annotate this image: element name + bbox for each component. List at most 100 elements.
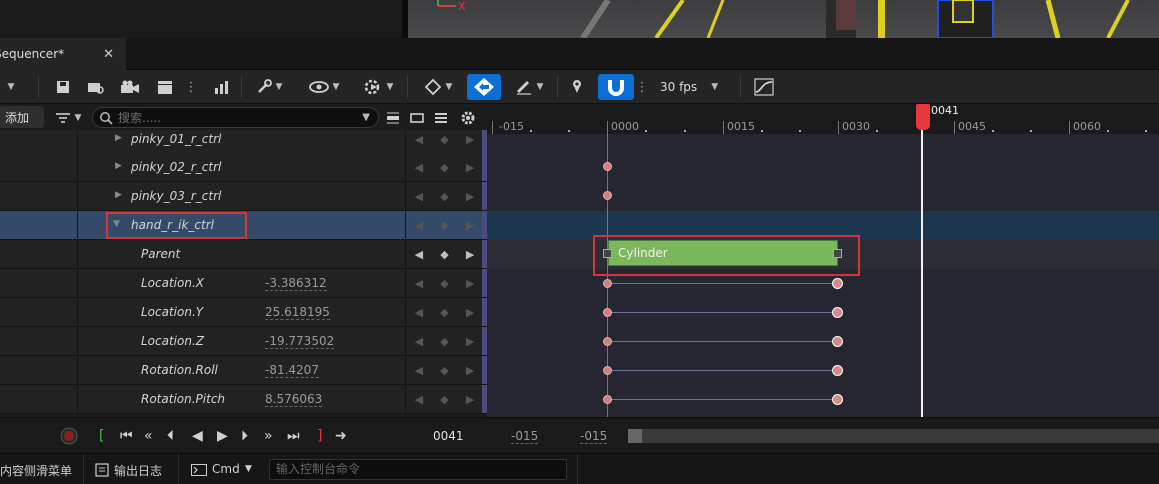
snap-magnet-toggle[interactable] xyxy=(598,74,634,100)
key-interpolation-icon[interactable]: ▼ xyxy=(418,74,458,100)
more-options-icon[interactable]: ⋮ xyxy=(185,74,198,100)
track-row[interactable]: Location.Y 25.618195 ◀ ◆ ▶ xyxy=(0,298,487,327)
timeline-scrollbar[interactable] xyxy=(628,429,1159,443)
track-row[interactable]: Location.Z -19.773502 ◀ ◆ ▶ xyxy=(0,327,487,356)
chevron-down-icon[interactable]: ▼ xyxy=(245,464,252,474)
eye-icon[interactable]: ▼ xyxy=(304,74,344,100)
track-value[interactable]: -81.4207 xyxy=(265,363,319,378)
time-ruler[interactable]: -015 0000 0015 0030 0045 0060 xyxy=(487,104,1159,134)
timeline-area[interactable]: -015 0000 0015 0030 0045 0060 Cylinder 0… xyxy=(487,104,1159,417)
scrollbar-thumb[interactable] xyxy=(628,429,642,443)
key-nav-buttons[interactable]: ◀ ◆ ▶ xyxy=(405,269,483,297)
keyframe[interactable] xyxy=(603,191,612,200)
track-row[interactable]: ▶ pinky_03_r_ctrl ◀ ◆ ▶ xyxy=(0,182,487,211)
track-value[interactable]: 25.618195 xyxy=(265,305,330,320)
more-options-icon[interactable]: ⋮ xyxy=(636,74,649,100)
track-row[interactable]: ▶ pinky_02_r_ctrl ◀ ◆ ▶ xyxy=(0,153,487,182)
expand-rows-icon[interactable] xyxy=(408,105,426,131)
console-box[interactable] xyxy=(269,459,567,480)
collapse-arrow-icon[interactable]: ▼ xyxy=(113,219,120,229)
key-nav-buttons[interactable]: ◀ ◆ ▶ xyxy=(405,356,483,384)
playhead-handle[interactable] xyxy=(916,104,930,130)
play-icon[interactable]: ▶ xyxy=(217,428,228,444)
playback-settings-icon[interactable]: ▼ xyxy=(358,74,398,100)
track-value[interactable]: -3.386312 xyxy=(265,276,327,291)
key-nav-buttons[interactable]: ◀ ◆ ▶ xyxy=(405,240,483,268)
track-row-selected[interactable]: ▼ hand_r_ik_ctrl ◀ ◆ ▶ xyxy=(0,211,487,240)
chevron-down-icon[interactable]: ▼ xyxy=(0,74,18,100)
chevron-down-icon[interactable]: ▼ xyxy=(362,112,370,123)
key-nav-buttons[interactable]: ◀ ◆ ▶ xyxy=(405,153,483,181)
find-in-browser-icon[interactable] xyxy=(84,74,108,100)
keyframe[interactable] xyxy=(832,394,843,405)
keyframe[interactable] xyxy=(603,162,612,171)
step-back-icon[interactable]: ⏴ xyxy=(167,428,174,444)
key-nav-buttons[interactable]: ◀ ◆ ▶ xyxy=(405,327,483,355)
keyframe[interactable] xyxy=(832,307,843,318)
set-end-icon[interactable]: ] xyxy=(317,428,322,444)
track-search-box[interactable]: ▼ xyxy=(92,107,379,128)
content-drawer-button[interactable]: 内容侧滑菜单 xyxy=(0,462,72,479)
key-nav-buttons[interactable]: ◀ ◆ ▶ xyxy=(405,182,483,210)
step-forward-icon[interactable]: ⏵ xyxy=(241,428,248,444)
add-track-button[interactable]: 添加 xyxy=(0,106,44,128)
pencil-icon[interactable]: ▼ xyxy=(510,74,548,100)
set-start-icon[interactable]: [ xyxy=(99,428,104,444)
key-nav-buttons[interactable]: ◀ ◆ ▶ xyxy=(405,385,483,413)
prev-key-icon[interactable]: « xyxy=(144,428,153,444)
curve-editor-icon[interactable] xyxy=(752,74,776,100)
camera-icon[interactable] xyxy=(118,74,142,100)
record-icon[interactable] xyxy=(60,427,78,445)
go-to-end-icon[interactable]: ⏭ xyxy=(287,428,300,444)
level-viewport[interactable]: X xyxy=(408,0,1159,38)
frame-rate-dropdown[interactable]: 30 fps ▼ xyxy=(660,74,724,100)
track-row[interactable]: ▶ pinky_01_r_ctrl ◀ ◆ ▶ xyxy=(0,130,487,154)
keyframe[interactable] xyxy=(832,365,843,376)
auto-key-toggle[interactable] xyxy=(467,74,501,100)
track-row[interactable]: Parent ◀ ◆ ▶ xyxy=(0,240,487,269)
keyframe[interactable] xyxy=(603,395,612,404)
next-key-icon[interactable]: » xyxy=(264,428,273,444)
loop-arrow-icon[interactable]: ➜ xyxy=(335,428,347,444)
close-icon[interactable]: ✕ xyxy=(103,47,114,62)
keyframe[interactable] xyxy=(603,308,612,317)
track-row[interactable]: Rotation.Pitch 8.576063 ◀ ◆ ▶ xyxy=(0,385,487,414)
play-reverse-icon[interactable]: ◀ xyxy=(192,428,203,444)
render-movie-icon[interactable] xyxy=(210,74,234,100)
key-nav-buttons[interactable]: ◀ ◆ ▶ xyxy=(405,211,483,239)
track-row[interactable]: Rotation.Roll -81.4207 ◀ ◆ ▶ xyxy=(0,356,487,385)
console-input[interactable] xyxy=(276,462,566,476)
save-icon[interactable] xyxy=(52,74,74,100)
list-icon[interactable] xyxy=(432,105,450,131)
expand-arrow-icon[interactable]: ▶ xyxy=(115,133,122,143)
keyframe[interactable] xyxy=(603,366,612,375)
gear-icon[interactable] xyxy=(458,105,478,131)
section-handle-right[interactable] xyxy=(833,249,842,258)
track-value[interactable]: 8.576063 xyxy=(265,392,323,407)
view-range-end[interactable]: -015 xyxy=(580,429,608,444)
cmd-dropdown[interactable]: Cmd xyxy=(212,462,240,476)
track-row[interactable]: Location.X -3.386312 ◀ ◆ ▶ xyxy=(0,269,487,298)
key-nav-buttons[interactable]: ◀ ◆ ▶ xyxy=(405,130,483,153)
keyframe[interactable] xyxy=(832,278,843,289)
section-handle-left[interactable] xyxy=(603,249,612,258)
marker-pin-icon[interactable] xyxy=(566,74,588,100)
collapse-rows-icon[interactable] xyxy=(384,105,402,131)
tab-sequencer[interactable]: Sequencer* ✕ xyxy=(0,38,126,70)
go-to-start-icon[interactable]: ⏮ xyxy=(120,428,133,444)
section-cylinder[interactable]: Cylinder xyxy=(608,240,838,266)
keyframe[interactable] xyxy=(603,279,612,288)
output-log-button[interactable]: 输出日志 xyxy=(114,462,162,479)
filter-icon[interactable]: ▼ xyxy=(50,105,86,131)
view-range-start[interactable]: -015 xyxy=(511,429,539,444)
search-input[interactable] xyxy=(118,110,348,125)
keyframe[interactable] xyxy=(832,336,843,347)
current-frame[interactable]: 0041 xyxy=(433,429,464,443)
track-value[interactable]: -19.773502 xyxy=(265,334,335,349)
wrench-icon[interactable]: ▼ xyxy=(250,74,288,100)
timeline-lane-selected[interactable] xyxy=(487,211,1159,240)
keyframe[interactable] xyxy=(603,337,612,346)
clapboard-icon[interactable] xyxy=(153,74,177,100)
expand-arrow-icon[interactable]: ▶ xyxy=(115,190,122,200)
key-nav-buttons[interactable]: ◀ ◆ ▶ xyxy=(405,298,483,326)
